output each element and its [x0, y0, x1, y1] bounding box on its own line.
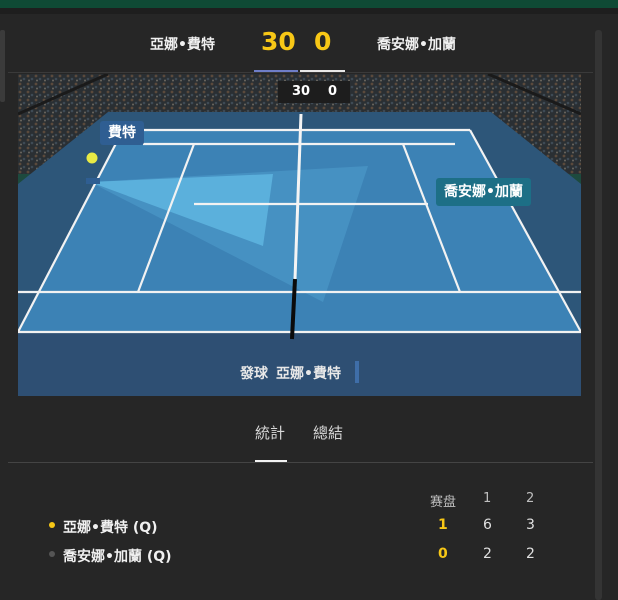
stats-table: 赛盘 1 2 亞娜•費特 (Q) 1 6 3 喬安娜•加蘭 (Q) 0 2 2 — [0, 485, 600, 585]
player2-game-score: 0 — [314, 27, 332, 56]
row-set2-games: 2 — [526, 546, 535, 562]
player1-name: 亞娜•費特 — [150, 37, 215, 53]
serve-indicator: 發球 亞娜•費特 — [240, 363, 341, 383]
row-sets-won: 0 — [438, 546, 448, 562]
serve-bar — [355, 361, 359, 383]
player2-name: 喬安娜•加蘭 — [377, 37, 456, 53]
receiver-dot-icon — [49, 551, 55, 557]
top-bar — [0, 0, 618, 8]
tabs-divider — [8, 462, 593, 463]
tab-summary[interactable]: 總結 — [313, 422, 343, 443]
table-row: 亞娜•費特 (Q) 1 6 3 — [0, 515, 600, 543]
tab-stats[interactable]: 統計 — [255, 422, 285, 443]
header-divider — [8, 72, 593, 73]
top-bar-shadow — [0, 8, 618, 14]
tennis-ball-icon — [86, 152, 98, 164]
table-row: 喬安娜•加蘭 (Q) 0 2 2 — [0, 544, 600, 572]
row-set2-games: 3 — [526, 517, 535, 533]
serve-player: 亞娜•費特 — [276, 366, 341, 382]
mini-score-player2: 0 — [328, 84, 338, 99]
player1-court-tag: 費特 — [100, 121, 144, 145]
player1-game-score: 30 — [261, 27, 296, 56]
mini-score-player1: 30 — [292, 84, 311, 99]
score-header: 亞娜•費特 30 0 喬安娜•加蘭 — [0, 22, 618, 72]
player-marker — [86, 178, 100, 184]
header-set-1: 1 — [483, 491, 492, 506]
court-visualization: bet 365 30 0 費特 — [18, 74, 581, 396]
serve-label: 發球 — [240, 366, 268, 382]
player2-court-tag: 喬安娜•加蘭 — [436, 178, 531, 206]
header-set-2: 2 — [526, 491, 535, 506]
row-player-name: 亞娜•費特 (Q) — [63, 520, 158, 536]
mini-scoreboard: 30 0 — [278, 81, 350, 103]
row-set1-games: 6 — [483, 517, 492, 533]
row-sets-won: 1 — [438, 517, 448, 533]
row-player-name: 喬安娜•加蘭 (Q) — [63, 549, 172, 565]
serving-dot-icon — [49, 522, 55, 528]
tab-bar: 統計 總結 — [0, 418, 618, 464]
header-sets: 赛盘 — [430, 495, 457, 510]
row-set1-games: 2 — [483, 546, 492, 562]
